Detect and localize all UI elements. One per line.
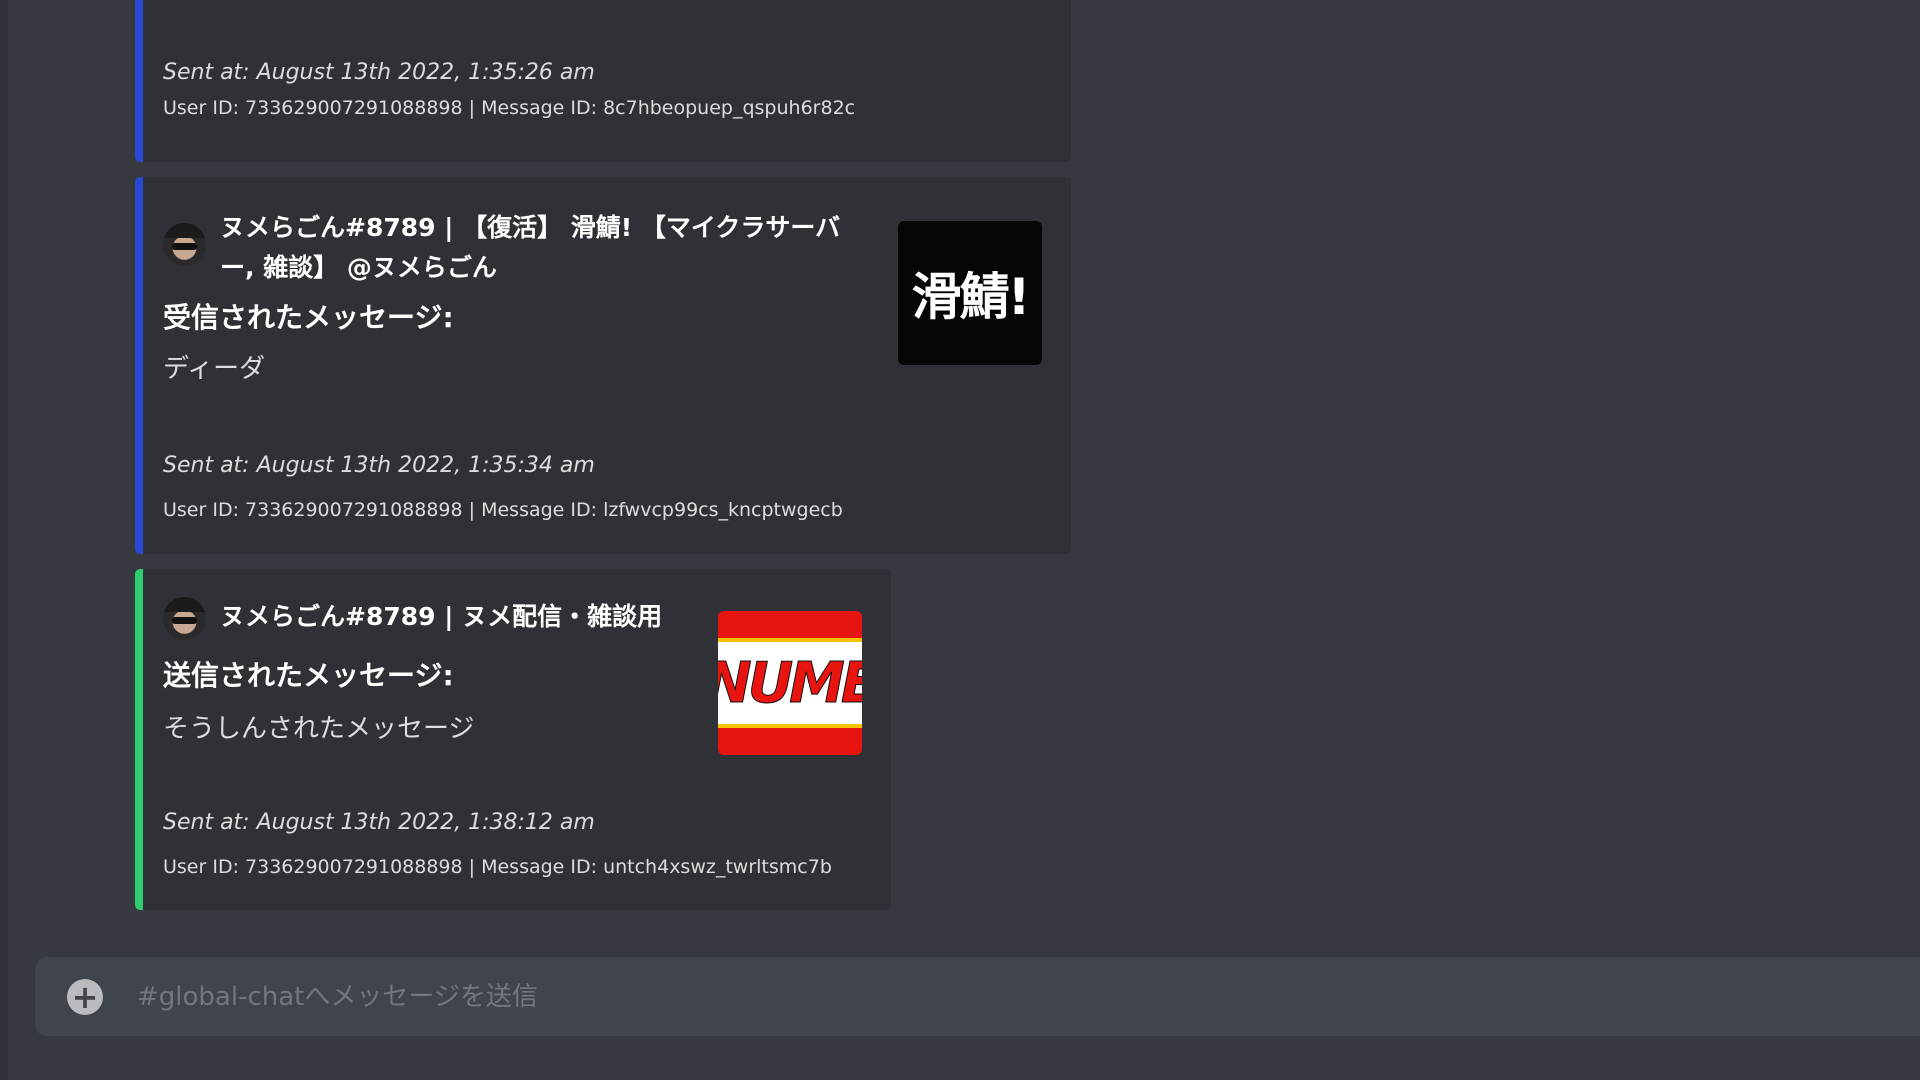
- message-embed-received: Sent at: August 13th 2022, 1:35:26 am Us…: [135, 0, 1071, 162]
- message-embed-sent: ヌメらごん#8789 | ヌメ配信・雑談用 送信されたメッセージ: そうしんされ…: [135, 569, 891, 910]
- avatar[interactable]: [163, 223, 206, 266]
- embed-author: ヌメらごん#8789 | ヌメ配信・雑談用: [163, 597, 662, 640]
- message-input[interactable]: [135, 980, 1839, 1013]
- embed-author: ヌメらごん#8789 | 【復活】 滑鯖! 【マイクラサーバ ー, 雑談】 @ヌ…: [163, 208, 840, 288]
- embed-footer: User ID: 733629007291088898 | Message ID…: [163, 97, 856, 119]
- plus-circle-icon[interactable]: +: [67, 978, 103, 1015]
- field-value: そうしんされたメッセージ: [163, 714, 475, 744]
- thumbnail-logo-text: NUME: [718, 650, 862, 716]
- avatar[interactable]: [163, 597, 206, 640]
- author-name[interactable]: ヌメらごん#8789 | ヌメ配信・雑談用: [220, 597, 662, 637]
- sent-at-text: Sent at: August 13th 2022, 1:35:34 am: [163, 453, 595, 478]
- author-name[interactable]: ヌメらごん#8789 | 【復活】 滑鯖! 【マイクラサーバ: [220, 208, 840, 248]
- embed-footer: User ID: 733629007291088898 | Message ID…: [163, 856, 832, 878]
- embed-thumbnail[interactable]: 滑鯖!: [898, 221, 1042, 365]
- embed-footer: User ID: 733629007291088898 | Message ID…: [163, 499, 843, 521]
- left-rail: [0, 0, 8, 1080]
- message-embed-received: ヌメらごん#8789 | 【復活】 滑鯖! 【マイクラサーバ ー, 雑談】 @ヌ…: [135, 177, 1071, 554]
- field-title: 送信されたメッセージ:: [163, 659, 454, 692]
- thumbnail-logo-band: NUME: [718, 638, 862, 728]
- author-name-continued[interactable]: ー, 雑談】 @ヌメらごん: [220, 248, 840, 288]
- thumbnail-logo-text: 滑鯖!: [911, 268, 1031, 326]
- field-title: 受信されたメッセージ:: [163, 301, 454, 334]
- chat-input-bar: +: [35, 957, 1920, 1036]
- sent-at-text: Sent at: August 13th 2022, 1:35:26 am: [163, 60, 595, 85]
- embed-thumbnail[interactable]: NUME: [718, 611, 862, 755]
- field-value: ディーダ: [163, 354, 266, 384]
- sent-at-text: Sent at: August 13th 2022, 1:38:12 am: [163, 810, 595, 835]
